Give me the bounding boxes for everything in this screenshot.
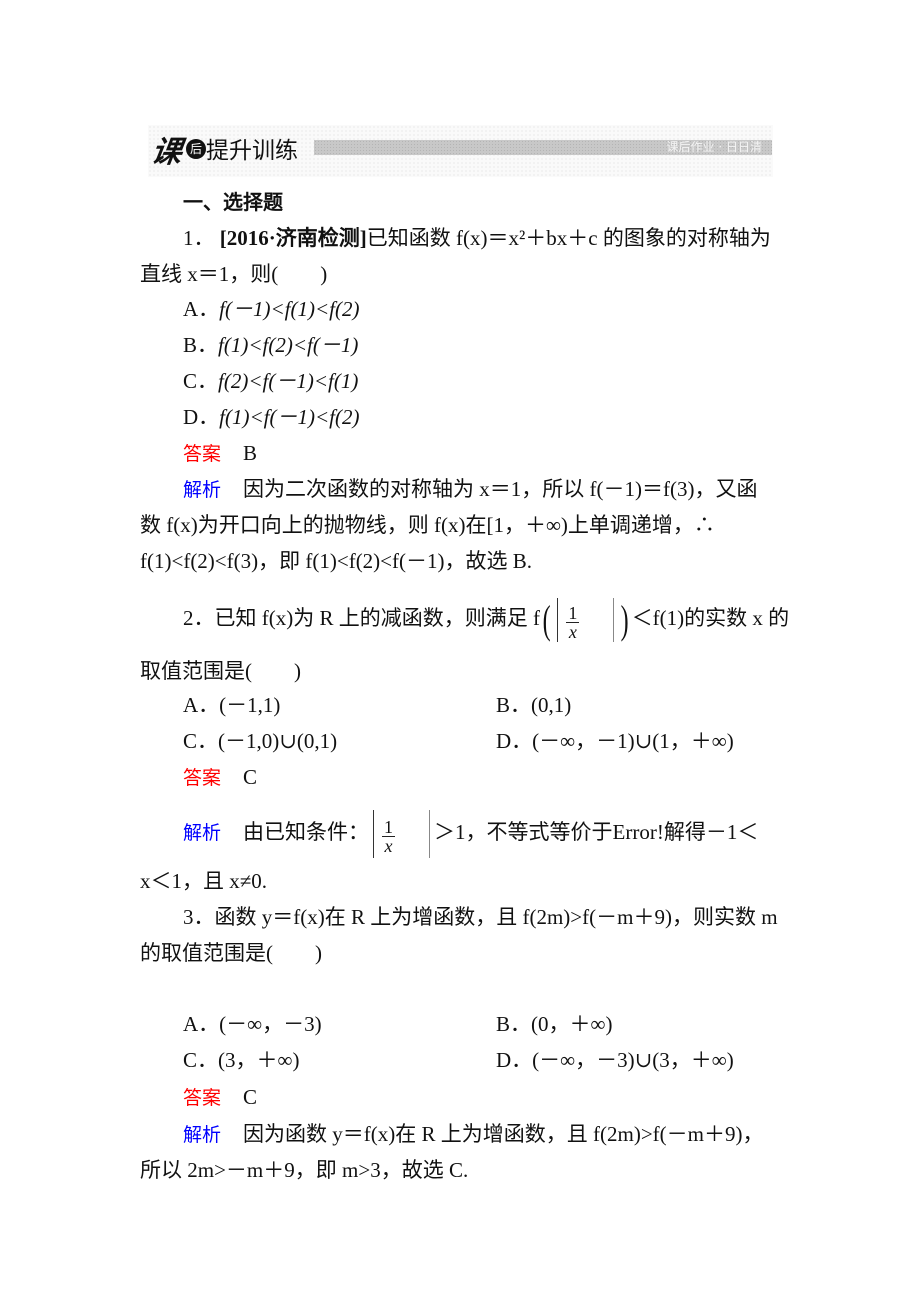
calligraphy-logo: 课 — [149, 135, 184, 170]
option-text: (3，＋∞) — [218, 1048, 300, 1072]
answer-label: 答案 — [183, 1087, 222, 1109]
q2-stem-text-b: ＜f(1)的实数 x 的 — [631, 606, 790, 630]
q3-option-a: A．(－∞，－3) — [183, 1010, 322, 1038]
answer-value: C — [243, 1085, 258, 1109]
q1-option-c: C．f(2)<f(－1)<f(1) — [183, 367, 358, 395]
q2-option-b: B．(0,1) — [496, 691, 571, 719]
option-label: D． — [496, 729, 533, 753]
q2-analysis-line1: 解析 由已知条件： 1 x ＞1，不等式等价于Error!解得－1＜ — [183, 808, 759, 859]
banner-subtitle: 课后作业 · 日日清 — [666, 140, 762, 154]
banner-bar: 课后作业 · 日日清 — [314, 140, 772, 155]
answer-label: 答案 — [183, 443, 222, 465]
option-label: D． — [183, 405, 220, 429]
q1-option-d: D．f(1)<f(－1)<f(2) — [183, 403, 359, 431]
section-title: 一、选择题 — [183, 190, 283, 214]
option-text: (－∞，－3) — [219, 1012, 322, 1036]
q1-analysis-line1: 解析 因为二次函数的对称轴为 x＝1，所以 f(－1)＝f(3)，又函 — [183, 475, 757, 504]
option-text: (－1,0)∪(0,1) — [218, 729, 338, 753]
option-text: f(1)<f(－1)<f(2) — [219, 405, 360, 429]
option-label: C． — [183, 1048, 219, 1072]
q1-number: 1． — [183, 226, 215, 250]
q2-stem-line2: 取值范围是( ) — [140, 659, 301, 683]
option-label: C． — [183, 729, 219, 753]
q2-option-d: D．(－∞，－1)∪(1，＋∞) — [496, 727, 734, 755]
q2-analysis-line2: x＜1，且 x≠0. — [140, 869, 268, 893]
option-text: (－1,1) — [219, 693, 281, 717]
q3-stem-line1: 3．函数 y＝f(x)在 R 上为增函数，且 f(2m)>f(－m＋9)，则实数… — [183, 903, 778, 931]
fraction-denominator: x — [568, 621, 577, 642]
option-label: A． — [183, 693, 220, 717]
q2-stem-line1: 2．已知 f(x)为 R 上的减函数，则满足 f(1 x) ＜f(1)的实数 x 的 — [183, 597, 790, 643]
answer-label: 答案 — [183, 767, 222, 789]
q1-stem-text: 已知函数 f(x)＝x²＋bx＋c 的图象的对称轴为 — [366, 226, 771, 250]
option-text: (0,1) — [531, 693, 572, 717]
q2-number: 2． — [183, 606, 215, 630]
option-label: D． — [496, 1048, 533, 1072]
q3-option-b: B．(0，＋∞) — [496, 1010, 612, 1038]
q1-stem-line1: 1． [2016·济南检测]已知函数 f(x)＝x²＋bx＋c 的图象的对称轴为 — [183, 224, 771, 252]
analysis-label: 解析 — [183, 822, 222, 844]
answer-value: B — [243, 441, 258, 465]
option-label: B． — [496, 1012, 532, 1036]
option-text: f(1)<f(2)<f(－1) — [218, 333, 359, 357]
q1-option-b: B．f(1)<f(2)<f(－1) — [183, 331, 358, 359]
fraction-denominator: x — [384, 835, 393, 856]
option-label: B． — [183, 333, 219, 357]
q1-answer: 答案 B — [183, 439, 257, 468]
analysis-text: 因为二次函数的对称轴为 x＝1，所以 f(－1)＝f(3)，又函 — [243, 477, 758, 501]
option-text: (0，＋∞) — [531, 1012, 613, 1036]
q3-stem-line2: 的取值范围是( ) — [140, 941, 322, 965]
analysis-text: 因为函数 y＝f(x)在 R 上为增函数，且 f(2m)>f(－m＋9)， — [243, 1122, 764, 1146]
option-label: A． — [183, 1012, 220, 1036]
q2-option-c: C．(－1,0)∪(0,1) — [183, 727, 337, 755]
option-label: C． — [183, 369, 219, 393]
q1-analysis-line3: f(1)<f(2)<f(3)，即 f(1)<f(2)<f(－1)，故选 B. — [140, 549, 533, 573]
answer-value: C — [243, 765, 258, 789]
q2-stem-text-a: 已知 f(x)为 R 上的减函数，则满足 f — [214, 606, 540, 630]
q3-analysis-line1: 解析 因为函数 y＝f(x)在 R 上为增函数，且 f(2m)>f(－m＋9)， — [183, 1120, 763, 1149]
abs-fraction: 1x — [557, 598, 615, 643]
q1-option-a: A．f(－1)<f(1)<f(2) — [183, 295, 359, 323]
q3-answer: 答案 C — [183, 1083, 257, 1112]
abs-fraction: 1x — [373, 810, 431, 859]
q2-answer: 答案 C — [183, 763, 257, 792]
q1-stem-line2: 直线 x＝1，则( ) — [140, 262, 328, 286]
analysis-text-b: ＞1，不等式等价于Error!解得－1＜ — [434, 820, 759, 844]
banner-title: 提升训练 — [206, 138, 298, 164]
section-header-banner: 课 后 提升训练 课后作业 · 日日清 — [148, 125, 773, 177]
option-text: (－∞，－1)∪(1，＋∞) — [532, 729, 734, 753]
analysis-label: 解析 — [183, 479, 222, 501]
analysis-text-a: 由已知条件： — [243, 820, 370, 844]
q3-stem-text: 函数 y＝f(x)在 R 上为增函数，且 f(2m)>f(－m＋9)，则实数 m — [214, 905, 778, 929]
q3-number: 3． — [183, 905, 215, 929]
q3-option-d: D．(－∞，－3)∪(3，＋∞) — [496, 1046, 734, 1074]
q1-analysis-line2: 数 f(x)为开口向上的抛物线，则 f(x)在[1，＋∞)上单调递增，∴ — [140, 513, 715, 537]
badge-icon: 后 — [186, 139, 206, 159]
option-label: A． — [183, 297, 220, 321]
option-text: (－∞，－3)∪(3，＋∞) — [532, 1048, 734, 1072]
option-label: B． — [496, 693, 532, 717]
q2-option-a: A．(－1,1) — [183, 691, 280, 719]
fraction-numerator: 1 — [382, 816, 396, 837]
q1-source: [2016·济南检测] — [219, 226, 367, 250]
option-text: f(2)<f(－1)<f(1) — [218, 369, 359, 393]
option-text: f(－1)<f(1)<f(2) — [219, 297, 360, 321]
fraction-numerator: 1 — [566, 602, 580, 623]
worksheet-page: 课 后 提升训练 课后作业 · 日日清 一、选择题 1． [2016·济南检测]… — [0, 0, 920, 1302]
q3-analysis-line2: 所以 2m>－m＋9，即 m>3，故选 C. — [140, 1158, 469, 1182]
q3-option-c: C．(3，＋∞) — [183, 1046, 299, 1074]
analysis-label: 解析 — [183, 1124, 222, 1146]
